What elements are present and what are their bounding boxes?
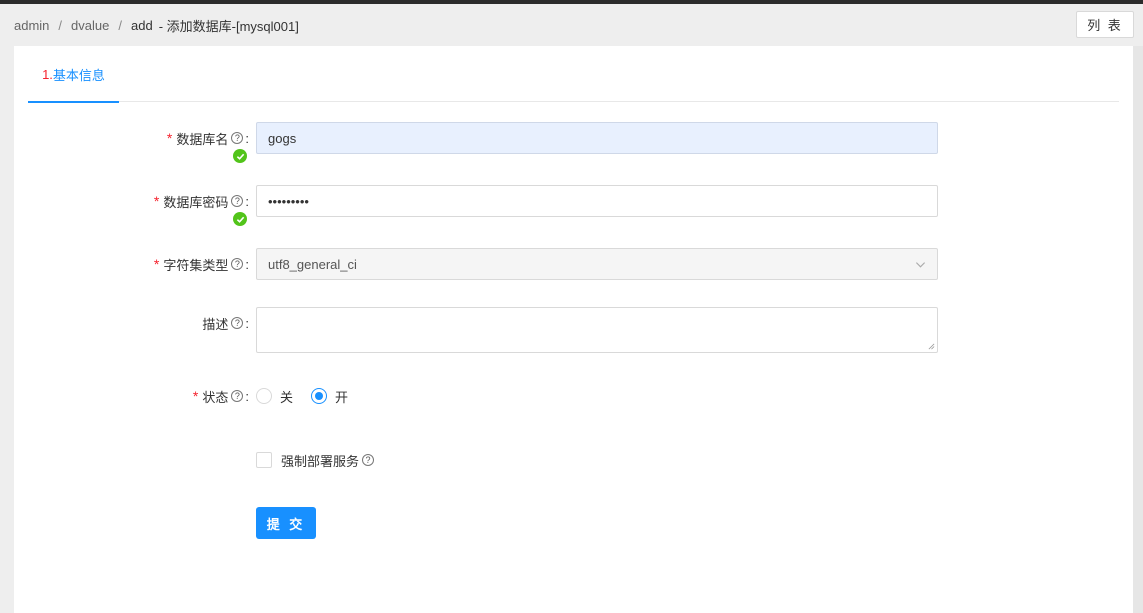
radio-circle[interactable] [256,388,272,404]
charset-label-text: 字符集类型 [163,257,229,273]
breadcrumb-item-admin[interactable]: admin [14,18,49,33]
scroll-gutter [1133,46,1143,613]
check-circle-icon [233,149,247,163]
status-label-text: 状态 [202,389,229,405]
breadcrumb-item-add: add [130,17,153,33]
breadcrumb-separator: / [118,17,122,33]
force-deploy-checkbox[interactable]: 强制部署服务 ? [256,444,375,476]
db-name-input[interactable]: gogs [256,122,938,154]
help-icon[interactable]: ? [231,258,244,270]
required-mark: * [153,256,160,272]
charset-select[interactable]: utf8_general_ci [256,248,938,280]
db-password-label-text: 数据库密码 [163,194,229,210]
db-name-label-text: 数据库名 [176,131,229,147]
charset-select-value: utf8_general_ci [268,256,357,272]
charset-label: * 字符集类型 ? : [153,256,249,273]
window-top-bar [0,0,1143,4]
help-icon[interactable]: ? [231,132,244,144]
db-password-label: * 数据库密码 ? : [153,193,249,210]
checkbox-box[interactable] [256,452,272,468]
help-icon[interactable]: ? [231,195,244,207]
force-deploy-label: 强制部署服务 [281,453,360,469]
tab-active-indicator [28,101,119,103]
help-icon[interactable]: ? [231,317,244,329]
tab-number: 1. [42,66,53,82]
radio-circle-checked[interactable] [311,388,328,404]
required-mark: * [166,130,173,146]
status-radio-group: 关 开 [256,380,366,412]
breadcrumb-separator: / [58,17,63,33]
submit-button[interactable]: 提 交 [256,507,316,539]
status-radio-off[interactable]: 关 [256,387,293,406]
form-panel: 1. 基本信息 * 数据库名 ? : gogs * 数据库密码 ? : ••••… [14,46,1133,613]
breadcrumb: admin / dvalue / add - 添加数据库-[mysql001] [14,17,299,34]
page-title: - 添加数据库-[mysql001] [158,18,299,34]
description-label-text: 描述 [202,316,229,332]
resize-handle-icon[interactable] [928,343,935,350]
chevron-down-icon [915,261,926,268]
tab-bar: 1. 基本信息 [28,46,1119,103]
required-mark: * [192,388,199,404]
required-mark: * [153,193,160,209]
status-option-off-label: 关 [280,389,294,405]
db-password-input[interactable]: ••••••••• [256,185,938,217]
list-button[interactable]: 列 表 [1076,11,1134,38]
check-circle-icon [233,212,247,226]
breadcrumb-item-dvalue[interactable]: dvalue [71,18,109,33]
description-label: 描述 ? : [202,315,249,332]
help-icon[interactable]: ? [362,454,375,466]
status-label: * 状态 ? : [192,388,249,405]
tab-label: 基本信息 [52,67,105,83]
help-icon[interactable]: ? [231,390,244,402]
description-textarea[interactable] [256,307,938,353]
tab-basic-info[interactable]: 1. 基本信息 [28,46,119,103]
status-radio-on[interactable]: 开 [311,387,348,406]
status-option-on-label: 开 [335,389,349,405]
